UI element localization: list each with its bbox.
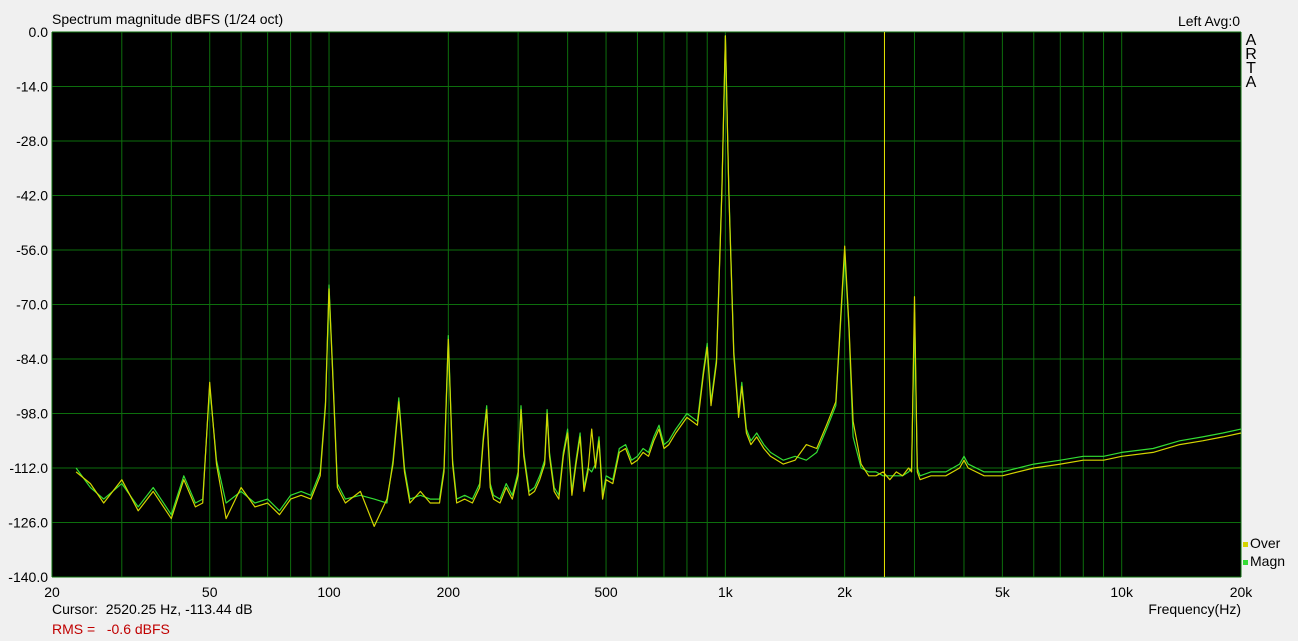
legend-label-magn: Magn bbox=[1250, 553, 1286, 569]
cursor-label: Cursor: bbox=[52, 601, 98, 617]
x-tick-label: 2k bbox=[837, 584, 853, 600]
x-tick-label: 50 bbox=[202, 584, 218, 600]
y-tick-label: 0.0 bbox=[29, 24, 49, 40]
spectrum-plot[interactable]: 0.0 -14.0 -28.0 -42.0 -56.0 -70.0 -84.0 -98.0 -1… bbox=[0, 0, 1298, 641]
cursor-readout: Cursor: 2520.25 Hz, -113.44 dB bbox=[52, 601, 253, 617]
legend-item-over[interactable]: Over bbox=[1243, 535, 1280, 551]
y-tick-label: -98.0 bbox=[16, 406, 48, 422]
arta-spectrum-window: Spectrum magnitude dBFS (1/24 oct) Left … bbox=[0, 0, 1298, 641]
x-tick-label: 10k bbox=[1110, 584, 1134, 600]
rms-value: -0.6 dBFS bbox=[106, 621, 170, 637]
y-tick-label: -140.0 bbox=[8, 569, 48, 585]
x-tick-label: 100 bbox=[317, 584, 341, 600]
x-tick-label: 1k bbox=[718, 584, 734, 600]
arta-letter: A bbox=[1245, 74, 1257, 91]
legend-swatch-over bbox=[1243, 541, 1248, 547]
legend-item-magn[interactable]: Magn bbox=[1243, 553, 1285, 569]
x-tick-label: 20k bbox=[1230, 584, 1254, 600]
x-tick-label: 500 bbox=[594, 584, 618, 600]
y-tick-label: -28.0 bbox=[16, 133, 48, 149]
x-tick-label: 20 bbox=[44, 584, 60, 600]
x-tick-label: 5k bbox=[995, 584, 1011, 600]
y-tick-label: -70.0 bbox=[16, 297, 48, 313]
x-tick-label: 200 bbox=[437, 584, 461, 600]
y-tick-label: -14.0 bbox=[16, 79, 48, 95]
legend-label-over: Over bbox=[1250, 535, 1281, 551]
y-tick-label: -42.0 bbox=[16, 188, 48, 204]
y-tick-label: -56.0 bbox=[16, 242, 48, 258]
cursor-value: 2520.25 Hz, -113.44 dB bbox=[105, 601, 253, 617]
rms-label: RMS = bbox=[52, 621, 96, 637]
x-axis-ticks: 20 50 100 200 500 1k 2k 5k 10k 20k bbox=[44, 584, 1253, 600]
y-tick-label: -126.0 bbox=[8, 515, 48, 531]
arta-logo: A R T A bbox=[1244, 33, 1258, 91]
y-tick-label: -112.0 bbox=[9, 460, 48, 476]
y-axis-ticks: 0.0 -14.0 -28.0 -42.0 -56.0 -70.0 -84.0 -98.0 -1… bbox=[8, 24, 48, 585]
legend-swatch-magn bbox=[1243, 559, 1248, 565]
x-axis-label: Frequency(Hz) bbox=[1148, 601, 1241, 617]
rms-readout: RMS = -0.6 dBFS bbox=[52, 621, 170, 637]
y-tick-label: -84.0 bbox=[16, 351, 48, 367]
